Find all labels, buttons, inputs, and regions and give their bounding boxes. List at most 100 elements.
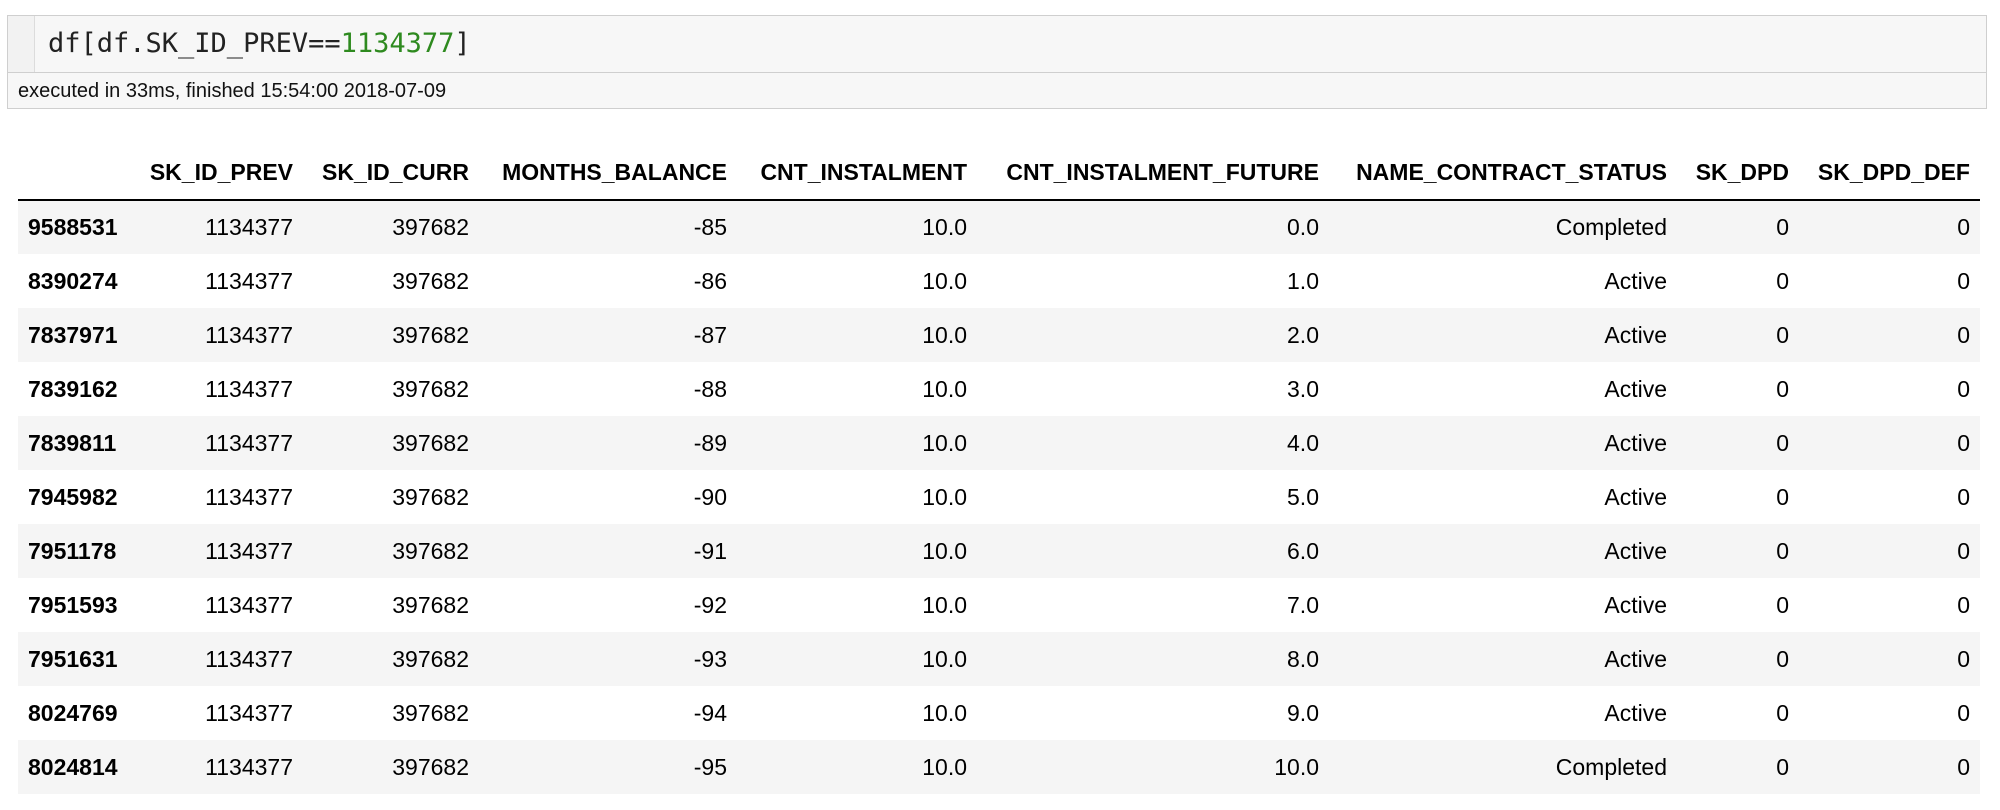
- table-cell: 0: [1957, 753, 1970, 780]
- table-cell: 397682: [392, 753, 469, 780]
- table-cell: 1134377: [205, 267, 293, 294]
- row-index: 7839162: [28, 375, 118, 402]
- table-cell: 1134377: [205, 483, 293, 510]
- table-cell: 8.0: [1287, 645, 1319, 672]
- table-cell: 397682: [392, 537, 469, 564]
- table-cell: 1134377: [205, 591, 293, 618]
- table-cell: 0: [1776, 645, 1789, 672]
- table-cell: 0: [1776, 429, 1789, 456]
- execution-status: executed in 33ms, finished 15:54:00 2018…: [18, 80, 447, 102]
- column-header: CNT_INSTALMENT: [737, 145, 977, 201]
- table-cell: Completed: [1555, 214, 1667, 240]
- table-cell: 7.0: [1287, 591, 1319, 618]
- table-cell: 1134377: [205, 321, 293, 348]
- table-cell: 1134377: [205, 375, 293, 402]
- row-index: 7945982: [28, 483, 118, 510]
- table-cell: -90: [693, 483, 727, 510]
- table-cell: 10.0: [922, 537, 967, 564]
- table-cell: 3.0: [1287, 375, 1319, 402]
- table-cell: 10.0: [922, 699, 967, 726]
- column-header: NAME_CONTRACT_STATUS: [1329, 145, 1677, 201]
- header-row: SK_ID_PREV SK_ID_CURR MONTHS_BALANCE CNT…: [18, 145, 1980, 201]
- table-cell: 9.0: [1287, 699, 1319, 726]
- table-cell: 0: [1957, 375, 1970, 402]
- table-cell: 0: [1776, 591, 1789, 618]
- table-cell: Active: [1604, 645, 1667, 672]
- row-index: 7839811: [28, 429, 117, 456]
- table-cell: 10.0: [922, 591, 967, 618]
- row-index: 7951178: [28, 537, 117, 564]
- table-cell: -85: [693, 214, 727, 240]
- table-body: 9588531 1134377 397682 -85 10.0 0.0 Completed 0…: [18, 200, 1980, 794]
- code-line[interactable]: df[df.SK_ID_PREV==1134377]: [48, 26, 471, 62]
- table-cell: 397682: [392, 645, 469, 672]
- table-cell: -89: [693, 429, 727, 456]
- table-cell: 397682: [392, 699, 469, 726]
- code-input-area[interactable]: df[df.SK_ID_PREV==1134377]: [8, 16, 1986, 73]
- column-header: SK_DPD: [1677, 145, 1799, 201]
- table-row: 8024769 1134377 397682 -94 10.0 9.0 Active 0 0: [18, 686, 1980, 740]
- table-cell: 6.0: [1287, 537, 1319, 564]
- table-cell: 0: [1776, 753, 1789, 780]
- table-row: 9588531 1134377 397682 -85 10.0 0.0 Completed 0…: [18, 200, 1980, 254]
- table-cell: Active: [1604, 483, 1667, 510]
- table-cell: 4.0: [1287, 429, 1319, 456]
- index-header: [18, 145, 136, 201]
- table-row: 8390274 1134377 397682 -86 10.0 1.0 Active 0 0: [18, 254, 1980, 308]
- table-row: 7839811 1134377 397682 -89 10.0 4.0 Active 0 0: [18, 416, 1980, 470]
- table-cell: -95: [693, 753, 727, 780]
- table-row: 7951593 1134377 397682 -92 10.0 7.0 Active 0 0: [18, 578, 1980, 632]
- column-header: CNT_INSTALMENT_FUTURE: [977, 145, 1329, 201]
- table-cell: -88: [693, 375, 727, 402]
- table-cell: 0: [1776, 214, 1789, 240]
- table-cell: 0: [1776, 321, 1789, 348]
- table-cell: 10.0: [922, 375, 967, 402]
- table-cell: 0: [1957, 645, 1970, 672]
- code-cell[interactable]: df[df.SK_ID_PREV==1134377] executed in 3…: [7, 15, 1987, 109]
- table-cell: Active: [1604, 537, 1667, 564]
- table-cell: 0: [1957, 537, 1970, 564]
- table-cell: 5.0: [1287, 483, 1319, 510]
- table-cell: 397682: [392, 214, 469, 240]
- table-cell: 0: [1957, 483, 1970, 510]
- table-row: 7951178 1134377 397682 -91 10.0 6.0 Active 0 0: [18, 524, 1980, 578]
- table-cell: 0: [1776, 267, 1789, 294]
- table-cell: 1134377: [205, 645, 293, 672]
- table-cell: 10.0: [922, 321, 967, 348]
- code-closing-bracket: ]: [454, 28, 471, 59]
- table-cell: 0: [1776, 483, 1789, 510]
- table-row: 7951631 1134377 397682 -93 10.0 8.0 Active 0 0: [18, 632, 1980, 686]
- table-cell: 0: [1957, 429, 1970, 456]
- table-cell: 10.0: [922, 753, 967, 780]
- table-cell: 0: [1776, 699, 1789, 726]
- table-cell: 0: [1957, 267, 1970, 294]
- table-cell: 0: [1776, 537, 1789, 564]
- table-cell: 0: [1957, 321, 1970, 348]
- table-cell: 1134377: [205, 699, 293, 726]
- column-header: SK_ID_CURR: [303, 145, 479, 201]
- row-index: 7951593: [28, 591, 118, 618]
- table-cell: 10.0: [922, 429, 967, 456]
- table-cell: Active: [1604, 429, 1667, 456]
- table-cell: 0: [1776, 375, 1789, 402]
- cell-gutter: [8, 16, 35, 72]
- table-cell: 0: [1957, 214, 1970, 240]
- row-index: 7951631: [28, 645, 118, 672]
- table-cell: Active: [1604, 375, 1667, 402]
- table-cell: Active: [1604, 321, 1667, 348]
- table-cell: Active: [1604, 591, 1667, 618]
- table-cell: 397682: [392, 591, 469, 618]
- table-cell: Active: [1604, 267, 1667, 294]
- table-cell: 1134377: [205, 214, 293, 240]
- table-cell: 0: [1957, 591, 1970, 618]
- table-cell: -86: [693, 267, 727, 294]
- table-cell: Completed: [1555, 753, 1667, 780]
- table-cell: 10.0: [922, 214, 967, 240]
- table-cell: 397682: [392, 429, 469, 456]
- table-cell: 10.0: [922, 483, 967, 510]
- table-row: 7945982 1134377 397682 -90 10.0 5.0 Active 0 0: [18, 470, 1980, 524]
- row-index: 7837971: [28, 321, 118, 348]
- table-cell: 397682: [392, 483, 469, 510]
- table-row: 8024814 1134377 397682 -95 10.0 10.0 Completed…: [18, 740, 1980, 794]
- table-cell: -93: [693, 645, 727, 672]
